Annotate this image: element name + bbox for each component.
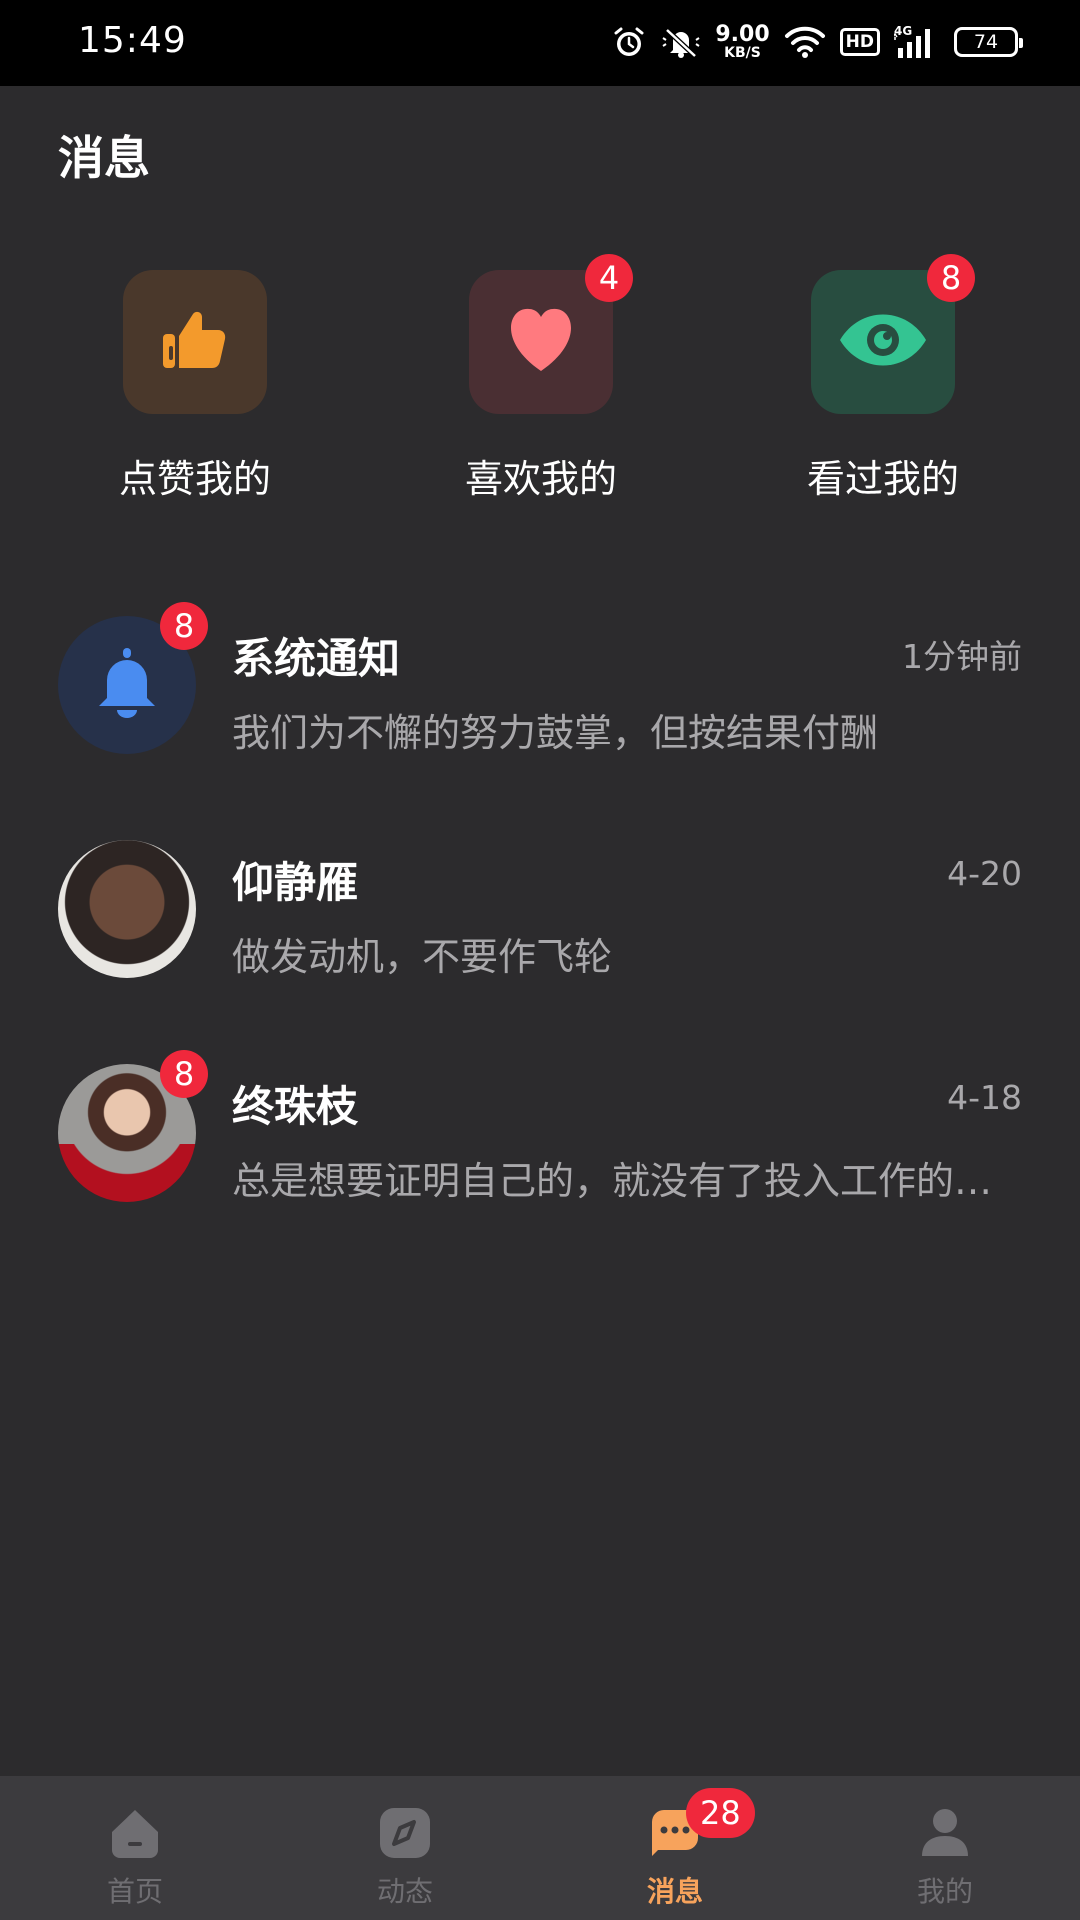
quick-entry-label: 看过我的	[806, 457, 959, 501]
alarm-icon	[611, 24, 647, 60]
quick-entries: 点赞我的 4 喜欢我的 8 看过我的	[0, 254, 1080, 510]
tab-messages[interactable]: 28 消息	[540, 1776, 810, 1920]
quick-entry-visitors[interactable]: 8 看过我的	[763, 254, 1003, 510]
messages-tab-badge: 28	[686, 1788, 755, 1838]
battery-level: 74	[973, 31, 999, 53]
message-time: 4-20	[947, 854, 1022, 893]
status-time: 15:49	[78, 20, 187, 61]
message-sender: 系统通知	[232, 634, 401, 683]
net-speed-value: 9.00	[715, 22, 770, 47]
mute-icon	[661, 24, 701, 60]
signal-icon: 4G	[894, 24, 940, 60]
message-sender: 终珠枝	[232, 1082, 359, 1131]
hd-label: HD	[839, 28, 880, 56]
home-icon	[108, 1806, 162, 1860]
message-item-system[interactable]: 8 系统通知 1分钟前 我们为不懈的努力鼓掌，但按结果付酬	[0, 602, 1080, 834]
message-item-user[interactable]: 8 终珠枝 4-18 总是想要证明自己的，就没有了投入工作的热情	[0, 1050, 1080, 1282]
message-preview: 我们为不懈的努力鼓掌，但按结果付酬	[232, 711, 879, 755]
tab-label: 动态	[376, 1875, 433, 1908]
messages-screen: 15:49 9.00 KB/S HD 4G 74 消息 点赞我的 4 喜欢我的 …	[0, 0, 1080, 1920]
tab-home[interactable]: 首页	[0, 1776, 270, 1920]
message-preview: 总是想要证明自己的，就没有了投入工作的热情	[232, 1159, 1022, 1203]
favorites-badge: 4	[585, 254, 633, 302]
tab-label: 我的	[916, 1875, 973, 1908]
unread-badge: 8	[160, 1050, 208, 1098]
tab-moments[interactable]: 动态	[270, 1776, 540, 1920]
bell-icon	[95, 646, 159, 724]
eye-icon	[838, 312, 928, 372]
likes-tile	[123, 270, 267, 414]
visitors-badge: 8	[927, 254, 975, 302]
message-preview: 做发动机，不要作飞轮	[232, 935, 613, 979]
net-speed-unit: KB/S	[724, 45, 761, 61]
avatar	[58, 840, 196, 978]
status-bar: 15:49 9.00 KB/S HD 4G 74	[0, 0, 1080, 86]
message-sender: 仰静雁	[232, 858, 359, 907]
message-time: 1分钟前	[902, 637, 1022, 676]
wifi-icon	[784, 25, 826, 59]
unread-badge: 8	[160, 602, 208, 650]
message-list: 8 系统通知 1分钟前 我们为不懈的努力鼓掌，但按结果付酬 仰静雁 4-20 做…	[0, 602, 1080, 1282]
message-item-user[interactable]: 仰静雁 4-20 做发动机，不要作飞轮	[0, 834, 1080, 1058]
quick-entry-favorites[interactable]: 4 喜欢我的	[421, 254, 661, 510]
bottom-tab-bar: 首页 动态 28 消息 我的	[0, 1776, 1080, 1920]
network-speed: 9.00 KB/S	[715, 22, 770, 61]
compass-icon	[378, 1806, 432, 1860]
page-title: 消息	[58, 131, 150, 185]
quick-entry-likes[interactable]: 点赞我的	[75, 270, 315, 510]
status-icons: 9.00 KB/S HD 4G 74	[611, 18, 1023, 66]
tab-profile[interactable]: 我的	[810, 1776, 1080, 1920]
profile-icon	[918, 1806, 972, 1860]
message-time: 4-18	[947, 1078, 1022, 1117]
tab-label: 首页	[106, 1875, 163, 1908]
heart-icon	[503, 305, 579, 379]
tab-label: 消息	[646, 1875, 703, 1908]
quick-entry-label: 点赞我的	[118, 457, 271, 501]
thumbs-up-icon	[157, 302, 233, 382]
battery-icon: 74	[954, 27, 1023, 57]
quick-entry-label: 喜欢我的	[464, 457, 617, 501]
